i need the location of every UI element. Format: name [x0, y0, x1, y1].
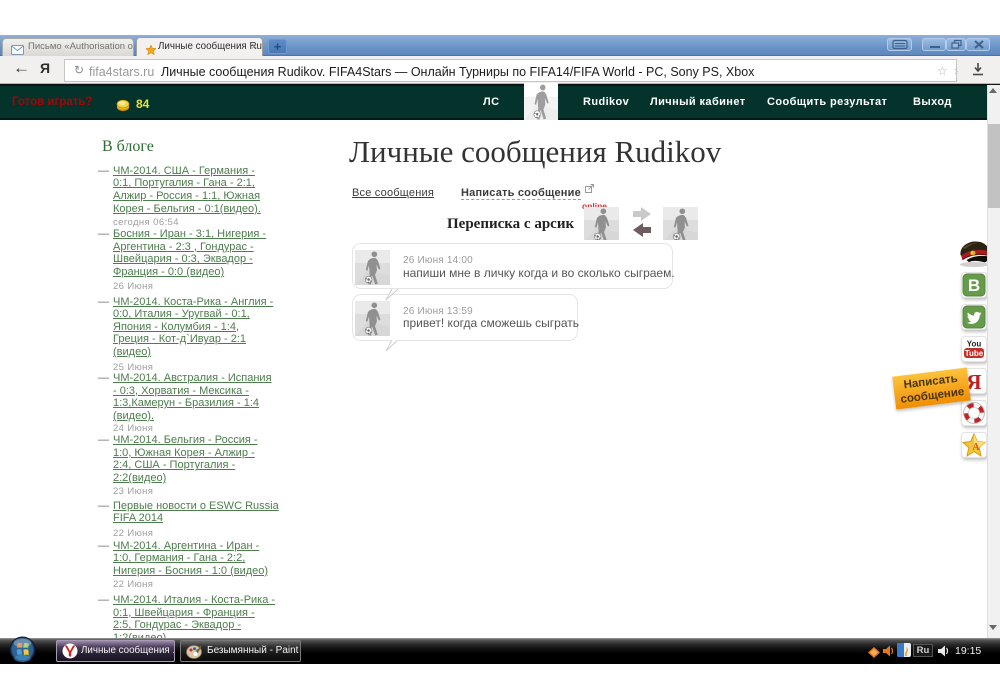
svg-text:В: В: [968, 276, 980, 295]
svg-text:Tube: Tube: [965, 349, 984, 358]
svg-text:A: A: [972, 442, 980, 453]
svg-text:You: You: [967, 340, 982, 349]
